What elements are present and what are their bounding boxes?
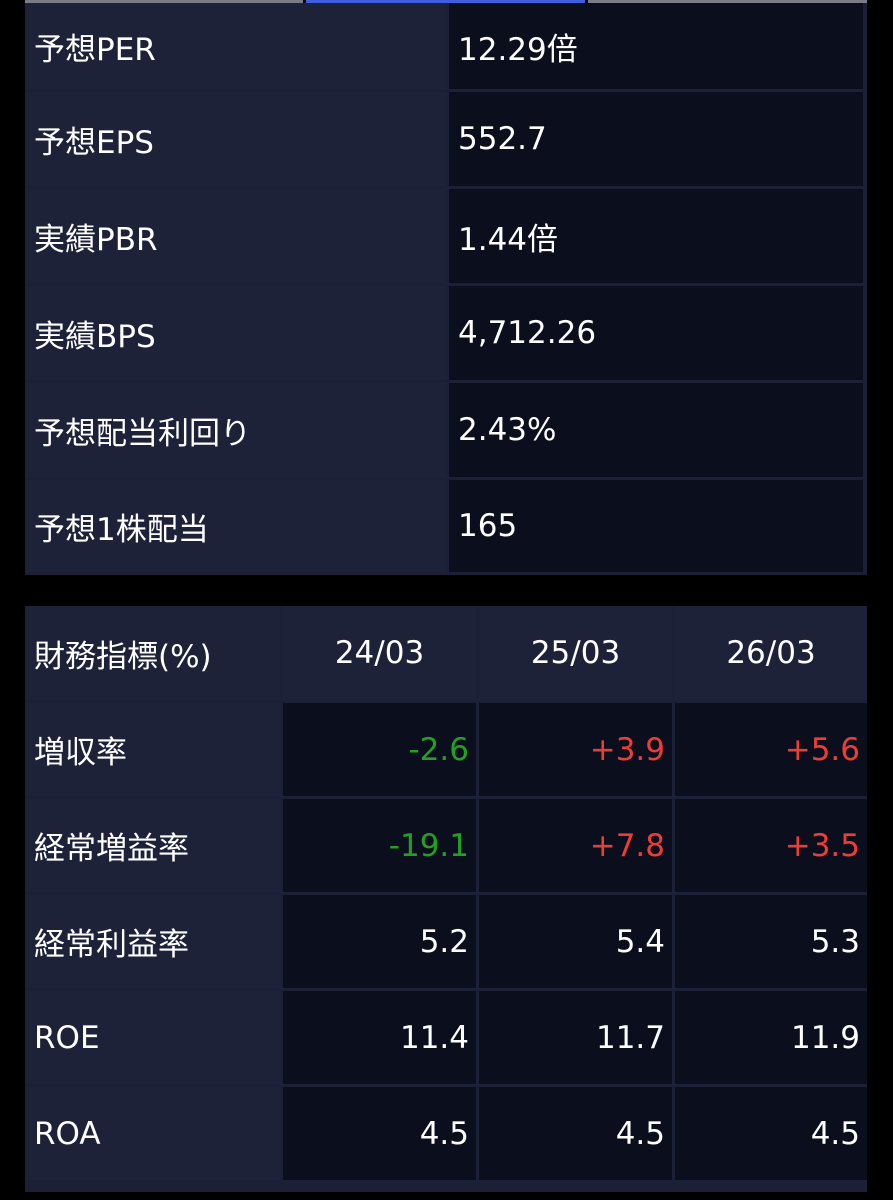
- revenue-growth-value-3: +5.6: [675, 703, 867, 796]
- ordinary-profit-margin-label: 経常利益率: [25, 895, 280, 988]
- roa-value-1: 4.5: [283, 1087, 476, 1180]
- ordinary-profit-margin-value-3: 5.3: [675, 895, 867, 988]
- roa-label: ROA: [25, 1087, 280, 1180]
- period-header-1: 24/03: [283, 606, 476, 700]
- dividend-per-share-value: 165: [449, 480, 863, 572]
- table-row: 予想配当利回り 2.43%: [25, 383, 867, 477]
- per-label: 予想PER: [25, 3, 446, 89]
- roe-value-3: 11.9: [675, 991, 867, 1084]
- roe-value-2: 11.7: [479, 991, 672, 1084]
- revenue-growth-label: 増収率: [25, 703, 280, 796]
- roa-value-3: 4.5: [675, 1087, 867, 1180]
- table-row: 予想EPS 552.7: [25, 92, 867, 186]
- revenue-growth-value-1: -2.6: [283, 703, 476, 796]
- table-row: 実績BPS 4,712.26: [25, 286, 867, 380]
- dividend-yield-label: 予想配当利回り: [25, 383, 446, 477]
- period-header-2: 25/03: [479, 606, 672, 700]
- ordinary-profit-margin-value-1: 5.2: [283, 895, 476, 988]
- ordinary-profit-growth-value-3: +3.5: [675, 799, 867, 892]
- period-header-3: 26/03: [675, 606, 867, 700]
- ordinary-profit-growth-label: 経常増益率: [25, 799, 280, 892]
- roe-label: ROE: [25, 991, 280, 1084]
- ordinary-profit-margin-value-2: 5.4: [479, 895, 672, 988]
- table-row: 実績PBR 1.44倍: [25, 189, 867, 283]
- pbr-label: 実績PBR: [25, 189, 446, 283]
- table-row: 予想PER 12.29倍: [25, 3, 867, 89]
- bps-value: 4,712.26: [449, 286, 863, 380]
- dividend-yield-value: 2.43%: [449, 383, 863, 477]
- dividend-per-share-label: 予想1株配当: [25, 480, 446, 572]
- ordinary-profit-growth-value-1: -19.1: [283, 799, 476, 892]
- financial-indicators-header: 財務指標(%): [25, 606, 280, 700]
- financial-indicators-table: 財務指標(%) 24/03 25/03 26/03 増収率 -2.6 +3.9 …: [25, 606, 867, 1200]
- ordinary-profit-growth-value-2: +7.8: [479, 799, 672, 892]
- roa-value-2: 4.5: [479, 1087, 672, 1180]
- roe-value-1: 11.4: [283, 991, 476, 1084]
- eps-value: 552.7: [449, 92, 863, 186]
- bottom-edge: [0, 1188, 893, 1200]
- table-row: 予想1株配当 165: [25, 480, 867, 572]
- revenue-growth-value-2: +3.9: [479, 703, 672, 796]
- valuation-table: 予想PER 12.29倍 予想EPS 552.7 実績PBR 1.44倍 実績B…: [25, 3, 867, 575]
- bps-label: 実績BPS: [25, 286, 446, 380]
- per-value: 12.29倍: [449, 3, 863, 89]
- table-continuation-line: [25, 1188, 867, 1192]
- pbr-value: 1.44倍: [449, 189, 863, 283]
- eps-label: 予想EPS: [25, 92, 446, 186]
